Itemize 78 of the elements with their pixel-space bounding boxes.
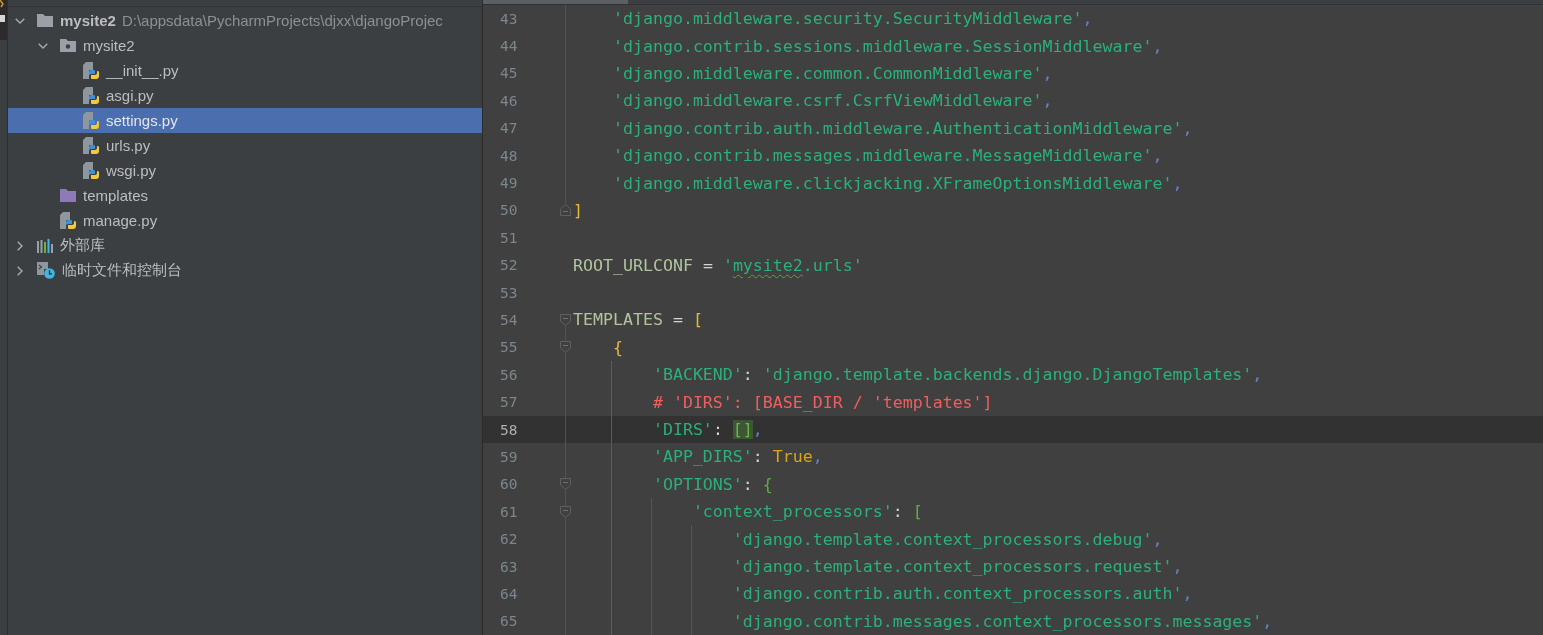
line-number: 64 xyxy=(500,585,518,602)
code-line: 'OPTIONS': { xyxy=(652,474,773,494)
fold-marker-icon[interactable] xyxy=(560,478,571,491)
tree-item[interactable]: wsgi.py xyxy=(8,158,482,183)
code-line: 'BACKEND': 'django.template.backends.django.DjangoTemplates', xyxy=(652,365,1263,385)
line-number: 65 xyxy=(500,613,518,630)
line-number: 57 xyxy=(500,394,518,411)
python-file-icon xyxy=(83,62,99,79)
line-number: 58 xyxy=(500,421,518,438)
line-number: 59 xyxy=(500,448,518,465)
code-line: # 'DIRS': [BASE_DIR / 'templates'] xyxy=(652,392,993,412)
tree-item[interactable]: mysite2 xyxy=(8,33,482,58)
chevron-down-icon[interactable] xyxy=(15,17,25,24)
code-line: 'django.middleware.clickjacking.XFrameOptionsMiddleware', xyxy=(612,173,1183,193)
line-number: 47 xyxy=(500,120,518,137)
code-line: 'django.contrib.auth.middleware.AuthenticationMiddleware', xyxy=(612,118,1193,138)
code-line: { xyxy=(612,337,623,357)
line-number: 44 xyxy=(500,38,518,55)
fold-marker-icon[interactable] xyxy=(560,204,571,217)
project-path: D:\appsdata\PycharmProjects\djxx\djangoProjec xyxy=(121,12,443,29)
clock-file-icon xyxy=(37,262,55,279)
python-file-icon xyxy=(83,87,99,104)
code-line: 'django.template.context_processors.request', xyxy=(732,557,1183,576)
folder-icon xyxy=(37,14,53,27)
scrollbar-thumb[interactable] xyxy=(483,0,628,4)
tool-window-button[interactable] xyxy=(0,0,7,40)
fold-marker-icon[interactable] xyxy=(560,505,571,518)
code-line: ] xyxy=(573,200,583,220)
library-bars-icon xyxy=(37,238,53,253)
tree-item[interactable]: 临时文件和控制台 xyxy=(8,258,482,283)
code-line: 'APP_DIRS': True, xyxy=(652,447,823,467)
line-number: 60 xyxy=(500,476,518,493)
line-number: 62 xyxy=(500,531,518,548)
tree-item[interactable]: asgi.py xyxy=(8,83,482,108)
tree-item[interactable]: 外部库 xyxy=(8,233,482,258)
line-number: 53 xyxy=(500,284,518,301)
line-number: 56 xyxy=(500,366,518,383)
code-line: 'django.template.context_processors.debug', xyxy=(732,529,1163,549)
tree-item[interactable]: templates xyxy=(8,183,482,208)
code-line: 'django.contrib.sessions.middleware.SessionMiddleware', xyxy=(612,36,1163,56)
chevron-right-icon[interactable] xyxy=(17,240,23,251)
folder-icon xyxy=(60,189,76,202)
code-line: 'django.contrib.messages.context_processors.messages', xyxy=(732,611,1273,631)
tree-item[interactable]: mysite2 D:\appsdata\PycharmProjects\djxx\djangoProjec xyxy=(8,8,482,33)
python-file-icon xyxy=(60,212,76,229)
code-line: 'django.contrib.messages.middleware.MessageMiddleware', xyxy=(612,146,1163,166)
line-number: 61 xyxy=(500,503,518,520)
tree-item[interactable]: __init__.py xyxy=(8,58,482,83)
line-number: 52 xyxy=(500,257,518,274)
code-line: 'django.middleware.security.SecurityMiddleware', xyxy=(612,9,1093,29)
line-number: 46 xyxy=(500,92,518,109)
code-line: TEMPLATES = [ xyxy=(573,310,703,330)
code-line: 'DIRS': [], xyxy=(652,420,763,440)
tree-item[interactable]: settings.py xyxy=(8,108,482,133)
python-file-icon xyxy=(83,112,99,129)
tree-item[interactable]: manage.py xyxy=(8,208,482,233)
code-line: 'context_processors': [ xyxy=(692,502,923,522)
line-number: 43 xyxy=(500,10,518,27)
line-number: 54 xyxy=(500,312,518,328)
tree-item[interactable]: urls.py xyxy=(8,133,482,158)
chevron-right-icon[interactable] xyxy=(17,265,23,276)
code-line: ROOT_URLCONF = 'mysite2.urls' xyxy=(573,255,863,275)
code-line: 'django.contrib.auth.context_processors.auth', xyxy=(732,584,1193,604)
code-line: 'django.middleware.csrf.CsrfViewMiddleware', xyxy=(612,91,1053,111)
line-number: 49 xyxy=(500,175,518,192)
python-file-icon xyxy=(83,162,99,179)
chevron-down-icon[interactable] xyxy=(38,42,48,49)
line-number: 50 xyxy=(500,202,518,219)
line-number: 51 xyxy=(500,229,518,246)
python-file-icon xyxy=(83,137,99,154)
line-number: 48 xyxy=(500,147,518,164)
line-number: 45 xyxy=(500,65,518,82)
line-number: 55 xyxy=(500,339,518,356)
fold-marker-icon[interactable] xyxy=(560,314,571,326)
code-line: 'django.middleware.common.CommonMiddleware', xyxy=(612,63,1053,83)
fold-marker-icon[interactable] xyxy=(560,341,571,354)
tool-icon xyxy=(0,0,6,22)
line-number: 63 xyxy=(500,558,518,575)
